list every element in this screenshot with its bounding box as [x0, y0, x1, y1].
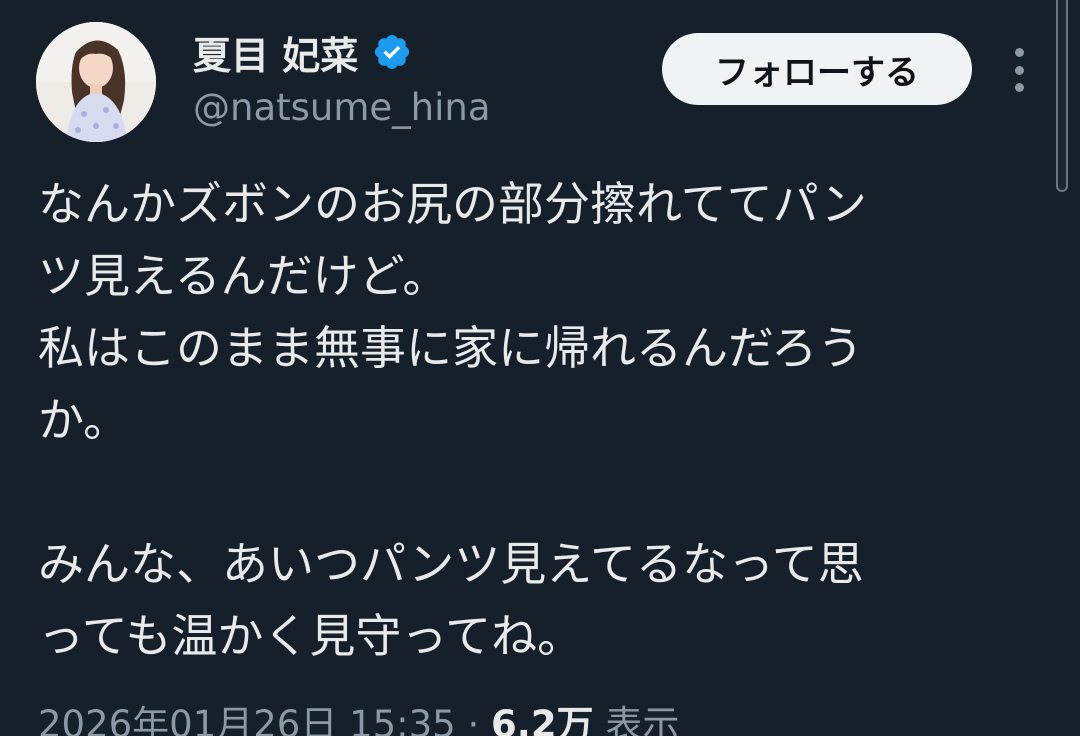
- more-dot: [1014, 48, 1024, 57]
- more-dot: [1014, 83, 1024, 92]
- tweet-timestamp[interactable]: 2026年01月26日 15:35: [38, 703, 456, 736]
- tweet-text-line: みんな、あいつパンツ見えてるなって思: [38, 537, 864, 591]
- meta-separator: ·: [467, 703, 480, 736]
- verified-badge-icon: [375, 34, 410, 70]
- tweet-text-line: ツ見えるんだけど。: [38, 249, 449, 303]
- tweet-text-line: なんかズボンのお尻の部分擦れててパン: [38, 177, 867, 231]
- tweet-text-line: 私はこのまま無事に家に帰れるんだろう: [38, 321, 864, 375]
- scrollbar[interactable]: [1056, 0, 1068, 192]
- tweet-detail-screen: 夏目 妃菜 @natsume_hina フォローする なんかズボンのお尻の部分擦…: [0, 0, 1080, 736]
- more-dot: [1014, 65, 1024, 75]
- follow-button[interactable]: フォローする: [662, 33, 972, 105]
- tweet-meta: 2026年01月26日 15:35 · 6.2万 表示: [38, 694, 679, 736]
- views-count[interactable]: 6.2万: [491, 703, 594, 736]
- avatar[interactable]: [36, 22, 156, 142]
- more-options-icon[interactable]: [1004, 48, 1034, 92]
- tweet-text-line: [38, 456, 1038, 528]
- display-name-text: 夏目 妃菜: [193, 33, 359, 78]
- tweet-text-line: か。: [38, 393, 130, 447]
- author-handle[interactable]: @natsume_hina: [193, 86, 491, 129]
- avatar-image: [36, 22, 156, 142]
- tweet-text-line: っても温かく見守ってね。: [38, 609, 584, 663]
- author-display-name[interactable]: 夏目 妃菜: [193, 28, 412, 78]
- tweet-text: なんかズボンのお尻の部分擦れててパン ツ見えるんだけど。 私はこのまま無事に家に…: [38, 168, 1038, 672]
- views-label: 表示: [605, 703, 680, 736]
